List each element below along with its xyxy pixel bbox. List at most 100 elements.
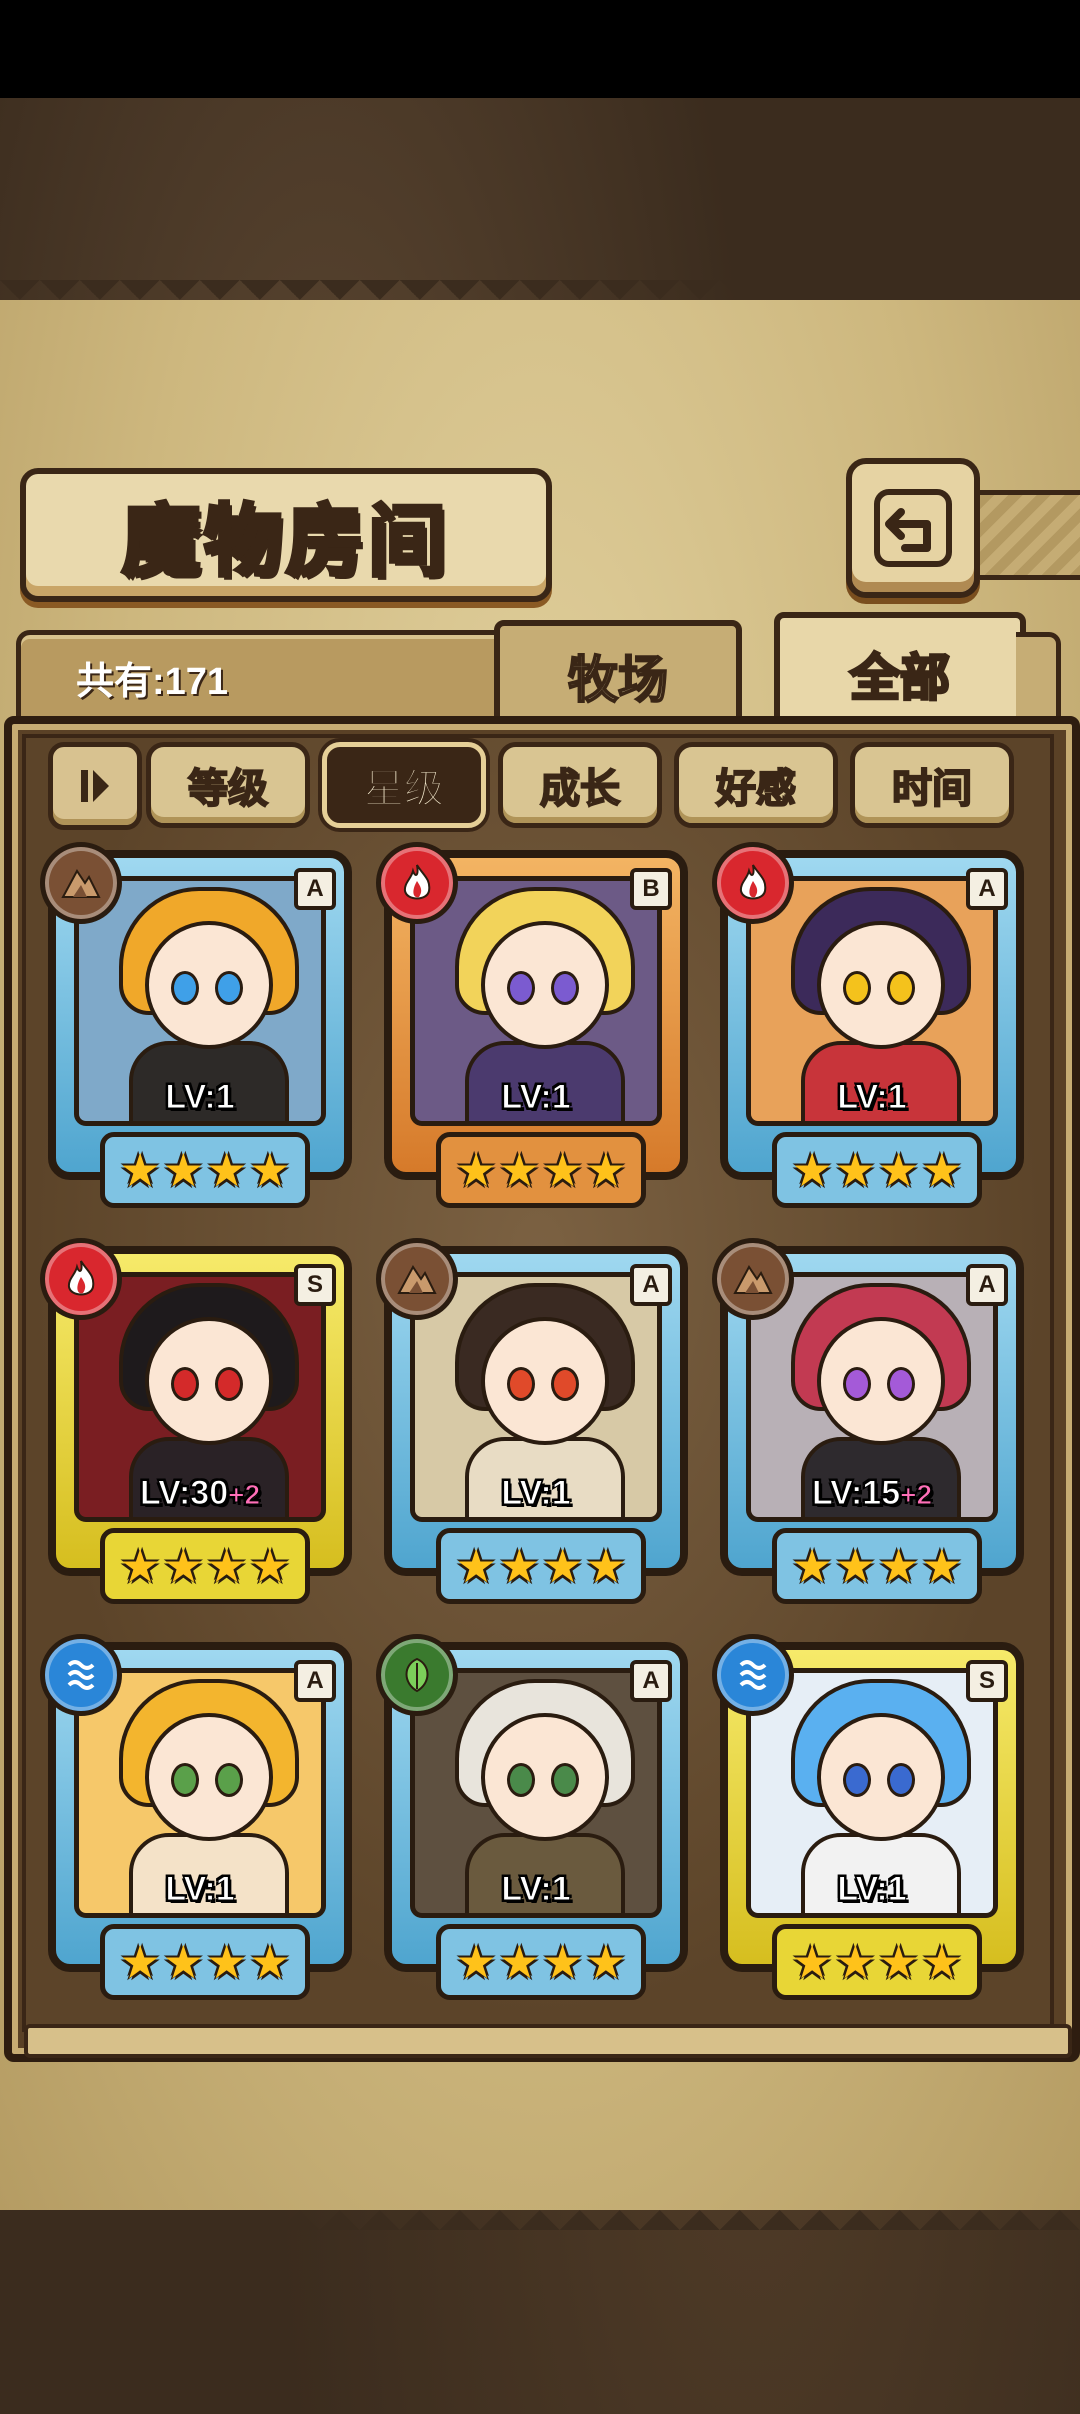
portrait-eye <box>887 1763 915 1797</box>
star-icon: ★ <box>834 1143 876 1197</box>
filter-button-1[interactable]: 星级 <box>322 742 486 828</box>
portrait-eye <box>551 971 579 1005</box>
star-icon: ★ <box>498 1935 540 1989</box>
star-icon: ★ <box>834 1539 876 1593</box>
water-element-icon <box>67 1660 95 1690</box>
star-icon: ★ <box>119 1143 161 1197</box>
monster-card[interactable]: LV:15+2 A ★ ★ ★ ★ <box>712 1238 1024 1606</box>
portrait-eye <box>507 1763 535 1797</box>
portrait-eye <box>551 1367 579 1401</box>
filter-button-4[interactable]: 时间 <box>850 742 1014 828</box>
monster-level: LV:1 <box>720 1870 1024 1909</box>
filter-button-0[interactable]: 等级 <box>146 742 310 828</box>
torn-edge-bottom <box>0 2190 1080 2230</box>
monster-level: LV:1 <box>48 1078 352 1117</box>
star-icon: ★ <box>249 1935 291 1989</box>
rank-badge: A <box>294 868 336 910</box>
level-text: LV:1 <box>501 1078 571 1117</box>
star-icon: ★ <box>921 1143 963 1197</box>
level-text: LV:1 <box>501 1474 571 1513</box>
portrait-face <box>817 921 945 1049</box>
fire-element-icon <box>739 864 767 900</box>
portrait-eye <box>507 971 535 1005</box>
monster-card[interactable]: LV:1 A ★ ★ ★ ★ <box>40 1634 352 2002</box>
monster-level: LV:1 <box>384 1078 688 1117</box>
monster-card[interactable]: LV:1 B ★ ★ ★ ★ <box>376 842 688 1210</box>
portrait-eye <box>843 1763 871 1797</box>
portrait-eye <box>843 971 871 1005</box>
star-rating: ★ ★ ★ ★ <box>772 1132 982 1208</box>
monster-level: LV:15+2 <box>720 1474 1024 1513</box>
element-badge <box>40 842 122 924</box>
level-text: LV:1 <box>165 1078 235 1117</box>
star-icon: ★ <box>162 1539 204 1593</box>
monster-level: LV:30+2 <box>48 1474 352 1513</box>
star-rating: ★ ★ ★ ★ <box>772 1528 982 1604</box>
portrait-face <box>481 921 609 1049</box>
star-icon: ★ <box>921 1539 963 1593</box>
star-icon: ★ <box>834 1935 876 1989</box>
element-badge <box>712 1238 794 1320</box>
monster-level: LV:1 <box>384 1474 688 1513</box>
element-badge <box>712 1634 794 1716</box>
element-badge <box>40 1238 122 1320</box>
portrait-face <box>817 1317 945 1445</box>
filter-button-3[interactable]: 好感 <box>674 742 838 828</box>
back-icon <box>874 489 952 567</box>
sort-order-toggle[interactable] <box>48 742 142 830</box>
rank-badge: S <box>294 1264 336 1306</box>
star-icon: ★ <box>542 1539 584 1593</box>
monster-card[interactable]: LV:30+2 S ★ ★ ★ ★ <box>40 1238 352 1606</box>
earth-element-icon <box>733 1265 773 1294</box>
star-icon: ★ <box>878 1143 920 1197</box>
star-rating: ★ ★ ★ ★ <box>436 1528 646 1604</box>
monster-card[interactable]: LV:1 A ★ ★ ★ ★ <box>40 842 352 1210</box>
portrait-eye <box>551 1763 579 1797</box>
star-rating: ★ ★ ★ ★ <box>100 1132 310 1208</box>
monster-level: LV:1 <box>48 1870 352 1909</box>
portrait-eye <box>171 1367 199 1401</box>
portrait-eye <box>215 971 243 1005</box>
star-icon: ★ <box>498 1143 540 1197</box>
portrait-eye <box>171 971 199 1005</box>
torn-edge-top <box>0 280 1080 320</box>
rank-badge: B <box>630 868 672 910</box>
level-bonus: +2 <box>900 1479 933 1511</box>
star-icon: ★ <box>791 1539 833 1593</box>
portrait-eye <box>887 1367 915 1401</box>
level-text: LV:30 <box>139 1474 229 1513</box>
star-rating: ★ ★ ★ ★ <box>436 1924 646 2000</box>
level-text: LV:1 <box>837 1078 907 1117</box>
monster-count: 共有:171 <box>76 661 229 703</box>
portrait-eye <box>215 1367 243 1401</box>
portrait-face <box>481 1317 609 1445</box>
water-element-icon <box>739 1660 767 1690</box>
star-icon: ★ <box>455 1143 497 1197</box>
monster-card[interactable]: LV:1 A ★ ★ ★ ★ <box>712 842 1024 1210</box>
star-icon: ★ <box>585 1539 627 1593</box>
back-button[interactable] <box>846 458 980 598</box>
element-badge <box>40 1634 122 1716</box>
monster-level: LV:1 <box>720 1078 1024 1117</box>
back-strip <box>966 490 1080 580</box>
star-icon: ★ <box>791 1935 833 1989</box>
monster-card[interactable]: LV:1 A ★ ★ ★ ★ <box>376 1634 688 2002</box>
portrait-eye <box>887 971 915 1005</box>
sort-order-icon <box>81 770 109 802</box>
rank-badge: S <box>966 1660 1008 1702</box>
wood-element-icon <box>405 1657 429 1693</box>
star-icon: ★ <box>119 1539 161 1593</box>
star-icon: ★ <box>206 1539 248 1593</box>
star-icon: ★ <box>162 1935 204 1989</box>
star-icon: ★ <box>206 1935 248 1989</box>
monster-card[interactable]: LV:1 S ★ ★ ★ ★ <box>712 1634 1024 2002</box>
star-icon: ★ <box>455 1935 497 1989</box>
filter-button-2[interactable]: 成长 <box>498 742 662 828</box>
fire-element-icon <box>403 864 431 900</box>
portrait-eye <box>171 1763 199 1797</box>
rank-badge: A <box>630 1660 672 1702</box>
star-rating: ★ ★ ★ ★ <box>436 1132 646 1208</box>
monster-card[interactable]: LV:1 A ★ ★ ★ ★ <box>376 1238 688 1606</box>
portrait-eye <box>215 1763 243 1797</box>
star-icon: ★ <box>249 1143 291 1197</box>
